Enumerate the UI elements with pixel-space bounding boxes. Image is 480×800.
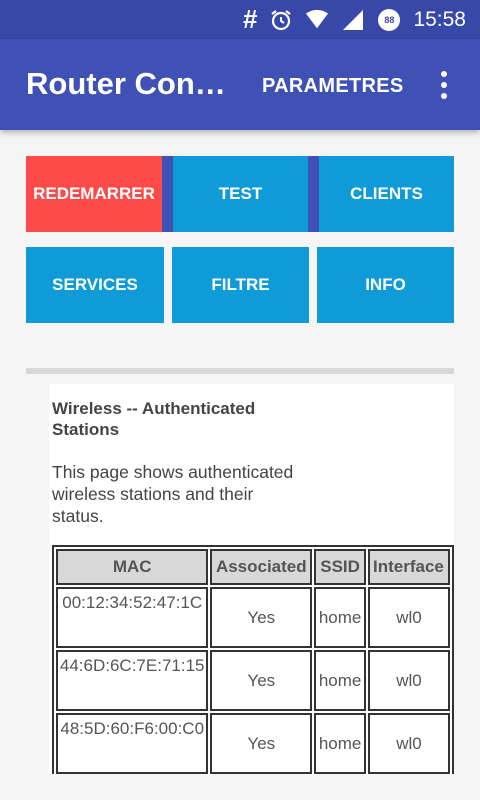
column-header-mac: MAC xyxy=(56,549,209,585)
router-webview[interactable]: Wireless -- Authenticated Stations This … xyxy=(49,384,454,774)
table-row: 00:12:34:52:47:1C Yes home wl0 xyxy=(56,587,450,648)
table-row: 44:6D:6C:7E:71:15 Yes home wl0 xyxy=(56,650,450,711)
cell-associated: Yes xyxy=(210,587,313,648)
battery-icon: 88 xyxy=(377,8,401,32)
page-description: This page shows authenticated wireless s… xyxy=(52,462,294,526)
button-divider xyxy=(162,156,173,232)
wifi-icon xyxy=(305,8,329,32)
cell-ssid: home xyxy=(314,713,367,774)
cell-ssid: home xyxy=(314,650,367,711)
cell-mac: 00:12:34:52:47:1C xyxy=(56,587,209,648)
page-title: Wireless -- Authenticated Stations xyxy=(52,399,256,439)
alarm-icon xyxy=(269,8,293,32)
parametres-button[interactable]: PARAMETRES xyxy=(262,75,404,98)
cell-associated: Yes xyxy=(210,713,313,774)
services-button[interactable]: SERVICES xyxy=(26,247,164,323)
app-bar: Router Cont… PARAMETRES xyxy=(0,39,480,130)
cell-signal-icon xyxy=(341,8,365,32)
cell-mac: 44:6D:6C:7E:71:15 xyxy=(56,650,209,711)
content-divider xyxy=(26,368,454,374)
cell-interface: wl0 xyxy=(368,587,450,648)
filtre-button[interactable]: FILTRE xyxy=(172,247,309,323)
info-button[interactable]: INFO xyxy=(317,247,454,323)
column-header-interface: Interface xyxy=(368,549,450,585)
table-row: 48:5D:60:F6:00:C0 Yes home wl0 xyxy=(56,713,450,774)
cell-mac: 48:5D:60:F6:00:C0 xyxy=(56,713,209,774)
more-vert-icon[interactable] xyxy=(433,69,455,101)
hash-notification-icon: # xyxy=(243,4,258,34)
table-header-row: MAC Associated SSID Interface xyxy=(56,549,450,585)
battery-level: 88 xyxy=(378,8,401,31)
redemarrer-button[interactable]: REDEMARRER xyxy=(26,156,162,232)
clients-button[interactable]: CLIENTS xyxy=(319,156,454,232)
cell-associated: Yes xyxy=(210,650,313,711)
stations-table: MAC Associated SSID Interface 00:12:34:5… xyxy=(52,545,454,774)
status-time: 15:58 xyxy=(413,7,466,31)
cell-ssid: home xyxy=(314,587,367,648)
app-title: Router Cont… xyxy=(26,66,231,101)
column-header-associated: Associated xyxy=(210,549,313,585)
button-divider xyxy=(308,156,319,232)
column-header-ssid: SSID xyxy=(314,549,367,585)
cell-interface: wl0 xyxy=(368,713,450,774)
status-bar: # 88 15:58 xyxy=(0,0,480,39)
cell-interface: wl0 xyxy=(368,650,450,711)
test-button[interactable]: TEST xyxy=(173,156,308,232)
